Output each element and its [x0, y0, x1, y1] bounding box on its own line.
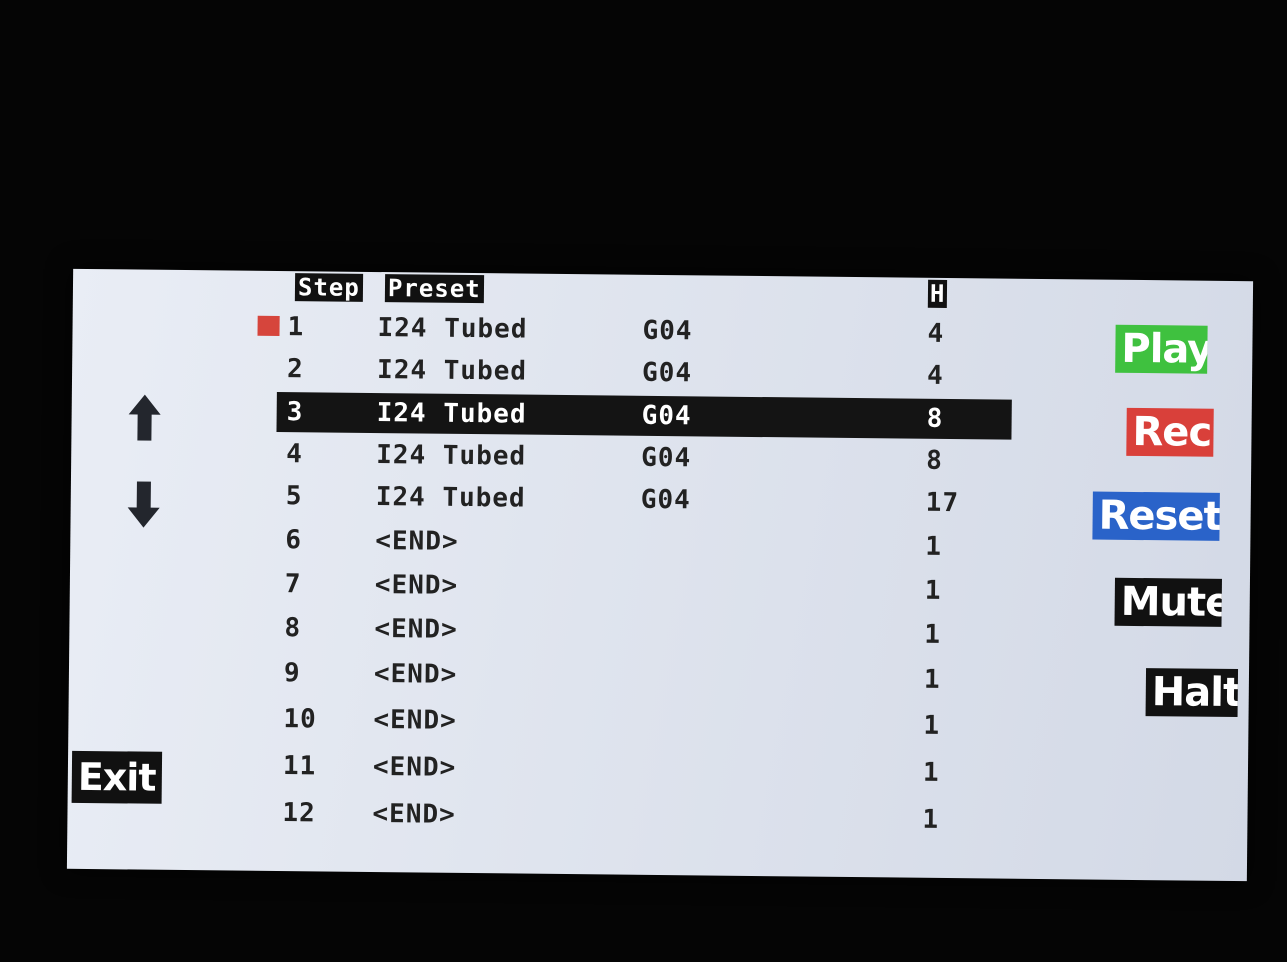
step-bank: G04 — [641, 357, 693, 389]
step-row-9[interactable]: 9 <END> 1 — [274, 653, 1009, 701]
column-header-repeat: H — [927, 279, 948, 308]
rec-button[interactable]: Rec — [1126, 407, 1214, 457]
step-repeat: 1 — [923, 664, 941, 695]
step-preset: I24 Tubed — [376, 398, 527, 430]
step-number: 12 — [282, 798, 316, 829]
step-bank: G04 — [641, 442, 692, 474]
step-repeat: 4 — [926, 360, 944, 391]
step-repeat: 8 — [926, 445, 944, 476]
step-row-11[interactable]: 11 <END> 1 — [273, 746, 1008, 794]
step-number: 2 — [286, 354, 304, 385]
step-repeat: 1 — [924, 619, 942, 650]
step-preset: I24 Tubed — [376, 355, 528, 387]
step-repeat: 1 — [923, 710, 941, 741]
reset-button[interactable]: Reset — [1092, 491, 1220, 541]
step-repeat: 1 — [922, 757, 940, 788]
step-preset: <END> — [372, 752, 457, 783]
step-bank: G04 — [642, 315, 693, 347]
step-repeat: 17 — [925, 487, 960, 519]
step-number: 7 — [284, 569, 302, 600]
step-bank: G04 — [640, 484, 691, 516]
step-row-10[interactable]: 10 <END> 1 — [273, 699, 1008, 747]
play-button[interactable]: Play — [1115, 324, 1208, 374]
column-header-preset: Preset — [384, 274, 484, 304]
step-number: 3 — [286, 397, 304, 428]
column-header-step: Step — [294, 273, 363, 302]
step-row-4[interactable]: 4 I24 Tubed G04 8 — [276, 434, 1011, 482]
step-number: 10 — [283, 704, 317, 735]
step-preset: I24 Tubed — [376, 440, 527, 472]
step-preset: <END> — [374, 570, 459, 601]
step-bank: G04 — [641, 400, 692, 432]
step-number: 1 — [287, 312, 305, 343]
step-preset: I24 Tubed — [377, 313, 528, 345]
step-repeat: 1 — [922, 804, 940, 835]
step-repeat: 4 — [927, 318, 945, 349]
step-row-1[interactable]: 1 I24 Tubed G04 4 — [277, 307, 1012, 355]
step-preset: <END> — [372, 799, 456, 830]
step-repeat: 1 — [925, 531, 943, 562]
play-position-marker — [257, 315, 280, 337]
arrow-down-icon[interactable] — [125, 479, 162, 529]
arrow-up-icon[interactable] — [126, 392, 163, 442]
step-preset: <END> — [373, 659, 458, 690]
step-row-3[interactable]: 3 I24 Tubed G04 8 — [276, 391, 1012, 440]
step-preset: I24 Tubed — [375, 482, 526, 514]
step-repeat: 1 — [924, 575, 942, 606]
step-list: 1 I24 Tubed G04 4 2 I24 Tubed G04 4 3 I2… — [73, 269, 1253, 835]
exit-button[interactable]: Exit — [71, 750, 162, 804]
step-number: 5 — [285, 481, 303, 512]
step-number: 6 — [285, 525, 303, 556]
step-preset: <END> — [373, 705, 457, 736]
step-row-2[interactable]: 2 I24 Tubed G04 4 — [277, 349, 1012, 397]
step-row-7[interactable]: 7 <END> 1 — [275, 564, 1010, 612]
step-row-6[interactable]: 6 <END> 1 — [275, 520, 1010, 568]
mute-button[interactable]: Mute — [1114, 577, 1222, 627]
sequencer-screen: Step Preset H 1 I24 Tubed G04 4 2 I24 Tu… — [66, 268, 1254, 882]
step-repeat: 8 — [926, 403, 944, 434]
step-preset: <END> — [375, 526, 459, 557]
step-row-5[interactable]: 5 I24 Tubed G04 17 — [276, 476, 1011, 524]
step-preset: <END> — [374, 614, 458, 645]
step-number: 9 — [283, 658, 301, 689]
step-number: 8 — [284, 613, 302, 644]
step-number: 11 — [282, 751, 317, 782]
halt-button[interactable]: Halt — [1145, 668, 1239, 718]
step-row-12[interactable]: 12 <END> 1 — [272, 793, 1007, 841]
step-row-8[interactable]: 8 <END> 1 — [274, 608, 1009, 656]
step-number: 4 — [286, 439, 304, 470]
